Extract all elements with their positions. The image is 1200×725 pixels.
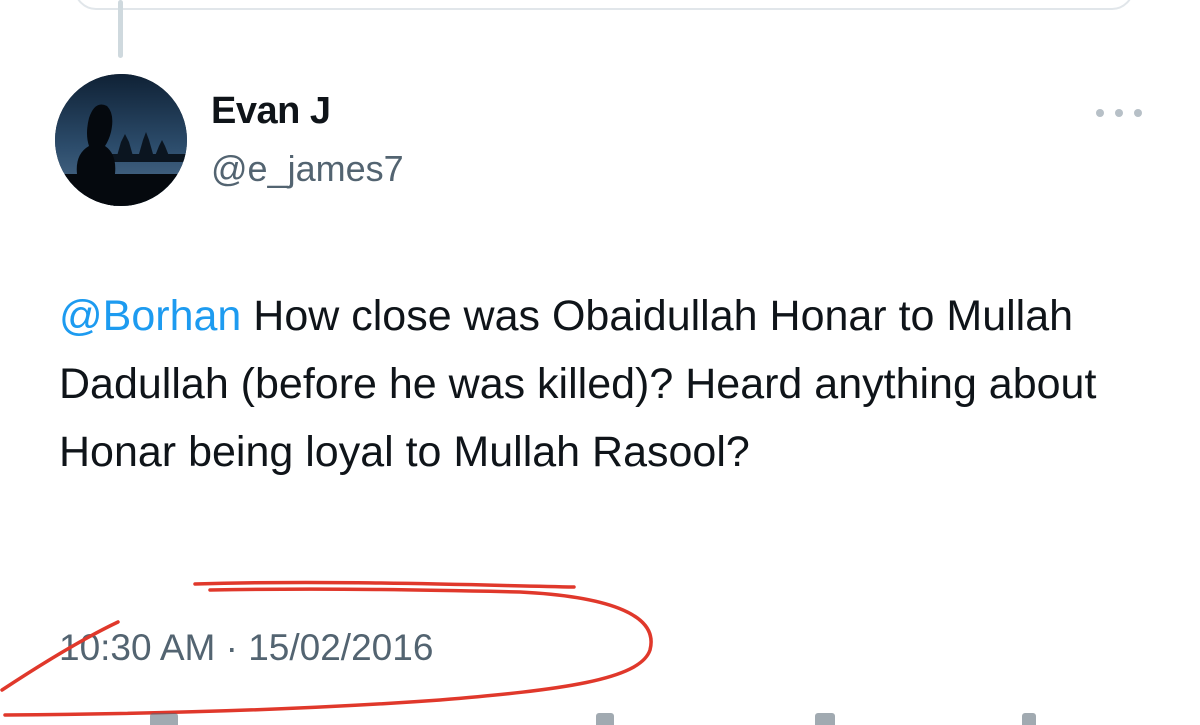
avatar[interactable] (55, 74, 187, 206)
tweet-text: @Borhan How close was Obaidullah Honar t… (59, 282, 1169, 486)
share-icon[interactable] (1022, 713, 1036, 725)
like-icon[interactable] (815, 713, 835, 725)
mention-link[interactable]: @Borhan (59, 292, 241, 340)
avatar-image (55, 74, 187, 206)
retweet-icon[interactable] (596, 713, 614, 725)
tweet-timestamp[interactable]: 10:30 AM · 15/02/2016 (59, 627, 433, 669)
more-horizontal-icon[interactable] (1096, 100, 1142, 126)
more-dot (1096, 109, 1104, 117)
more-dot (1115, 109, 1123, 117)
previous-tweet-card-edge (74, 0, 1134, 10)
author-display-name[interactable]: Evan J (211, 90, 331, 133)
author-handle[interactable]: @e_james7 (211, 148, 404, 190)
reply-icon[interactable] (150, 713, 178, 725)
more-dot (1134, 109, 1142, 117)
thread-connector-line (118, 0, 123, 58)
